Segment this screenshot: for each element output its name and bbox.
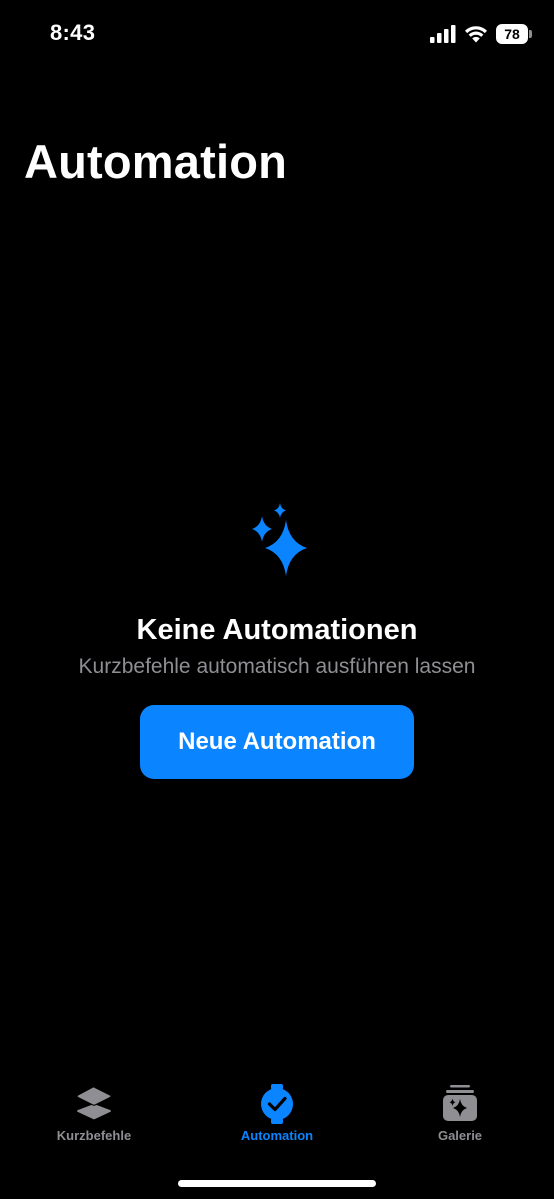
tab-galerie[interactable]: Galerie — [410, 1082, 510, 1152]
stacked-layers-icon — [76, 1086, 112, 1120]
new-automation-button[interactable]: Neue Automation — [140, 705, 414, 779]
tab-bar: Kurzbefehle Automation Galerie — [0, 1082, 554, 1152]
empty-state-subtitle: Kurzbefehle automatisch ausführen lassen — [78, 655, 476, 678]
home-indicator[interactable] — [178, 1180, 376, 1187]
sparkles-icon — [252, 503, 307, 576]
tab-label-automation: Automation — [240, 1128, 314, 1143]
wifi-icon — [465, 26, 487, 43]
empty-state-title: Keine Automationen — [136, 614, 418, 646]
empty-state: Keine Automationen Kurzbefehle automatis… — [0, 500, 554, 779]
gallery-sparkle-icon — [443, 1085, 477, 1121]
battery-level: 78 — [504, 26, 520, 42]
status-time: 8:43 — [50, 20, 96, 45]
status-bar: 8:43 78 — [0, 0, 554, 70]
tab-label-kurzbefehle: Kurzbefehle — [56, 1128, 132, 1143]
clock-check-icon — [261, 1084, 293, 1124]
tab-kurzbefehle[interactable]: Kurzbefehle — [44, 1082, 144, 1152]
battery-icon: 78 — [496, 24, 532, 44]
tab-automation[interactable]: Automation — [227, 1082, 327, 1152]
status-icons: 78 — [430, 24, 532, 44]
cellular-signal-icon — [430, 25, 456, 43]
page-title: Automation — [24, 135, 288, 188]
tab-label-galerie: Galerie — [437, 1128, 483, 1143]
